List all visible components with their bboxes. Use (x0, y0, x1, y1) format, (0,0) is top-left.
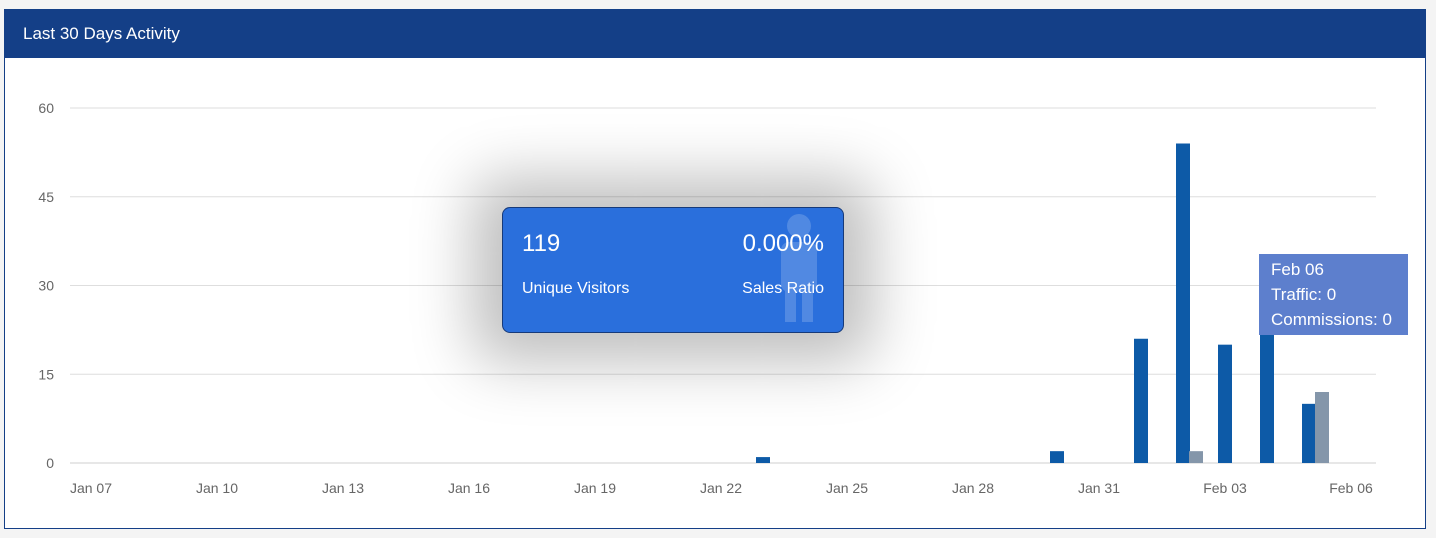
y-tick-label: 45 (38, 189, 54, 205)
x-tick-label: Feb 06 (1329, 480, 1373, 496)
x-tick-label: Jan 19 (574, 480, 616, 496)
x-tick-label: Jan 16 (448, 480, 490, 496)
traffic-bar (1176, 143, 1190, 463)
x-tick-label: Feb 03 (1203, 480, 1247, 496)
commission-bar (1189, 451, 1203, 463)
y-tick-label: 60 (38, 100, 54, 116)
chart-tooltip: Feb 06 Traffic: 0 Commissions: 0 (1259, 254, 1408, 335)
traffic-bar (1050, 451, 1064, 463)
traffic-bar (756, 457, 770, 463)
x-tick-label: Jan 10 (196, 480, 238, 496)
sales-ratio-value: 0.000% (742, 230, 824, 257)
y-tick-label: 15 (38, 366, 54, 382)
y-tick-label: 0 (46, 455, 54, 471)
traffic-bar (1134, 338, 1148, 463)
x-tick-label: Jan 28 (952, 480, 994, 496)
traffic-bar (1218, 344, 1232, 463)
tooltip-commissions: Commissions: 0 (1271, 310, 1392, 329)
traffic-bar (1302, 403, 1316, 463)
x-tick-label: Jan 13 (322, 480, 364, 496)
x-tick-label: Jan 31 (1078, 480, 1120, 496)
traffic-bar (1260, 321, 1274, 463)
sales-ratio-label: Sales Ratio (742, 280, 824, 297)
stats-card: 119 0.000% Unique Visitors Sales Ratio (502, 207, 844, 333)
tooltip-traffic: Traffic: 0 (1271, 285, 1337, 304)
y-tick-label: 30 (38, 278, 54, 294)
x-tick-label: Jan 22 (700, 480, 742, 496)
tooltip-date: Feb 06 (1271, 260, 1324, 279)
commission-bar (1315, 392, 1329, 463)
visitors-value: 119 (522, 230, 561, 257)
x-tick-label: Jan 25 (826, 480, 868, 496)
x-tick-label: Jan 07 (70, 480, 112, 496)
visitors-label: Unique Visitors (522, 280, 630, 297)
